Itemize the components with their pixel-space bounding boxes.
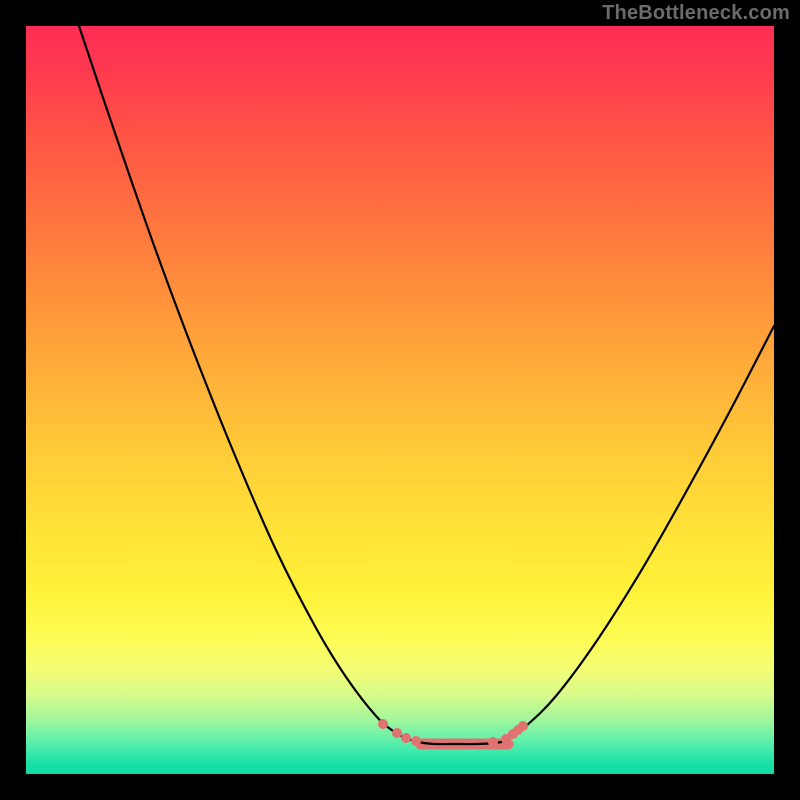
bottleneck-curve [79, 26, 774, 744]
chart-frame: TheBottleneck.com [0, 0, 800, 800]
curve-svg [26, 26, 774, 774]
watermark-text: TheBottleneck.com [602, 2, 790, 25]
plot-area [26, 26, 774, 774]
